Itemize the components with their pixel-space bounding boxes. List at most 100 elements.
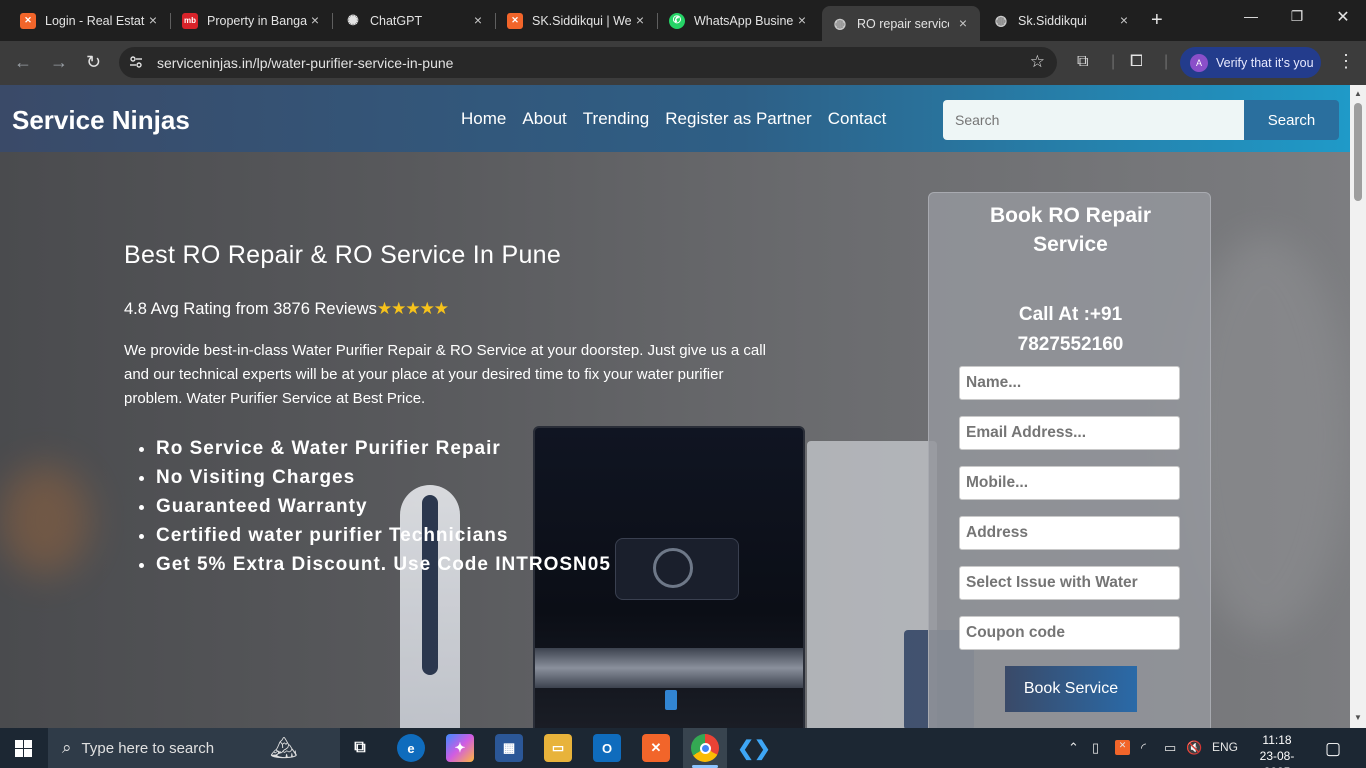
tab-title: SK.Siddikqui | We — [532, 13, 632, 28]
magicbricks-icon: mb — [182, 12, 198, 29]
tab-title: ChatGPT — [370, 13, 423, 28]
site-search-input[interactable] — [943, 100, 1244, 140]
scroll-down-icon[interactable]: ▼ — [1354, 713, 1362, 722]
extensions-icon[interactable]: ⧉ — [1077, 53, 1088, 71]
name-field[interactable] — [959, 366, 1180, 400]
book-service-button[interactable]: Book Service — [1005, 666, 1137, 712]
verify-label: Verify that it's you — [1216, 55, 1314, 70]
windows-start-icon[interactable] — [15, 740, 32, 757]
page-scrollbar[interactable]: ▲ ▼ — [1350, 85, 1366, 728]
list-item: Guaranteed Warranty — [156, 492, 611, 521]
search-highlight-icon: 🏔 — [270, 735, 299, 760]
whatsapp-icon: ✆ — [669, 12, 685, 29]
edge-icon[interactable]: e — [397, 734, 425, 762]
forward-icon[interactable]: → — [50, 53, 68, 71]
close-window-button[interactable]: ✕ — [1320, 7, 1366, 27]
list-item: No Visiting Charges — [156, 463, 611, 492]
browser-toolbar: ← → ↻ serviceninjas.in/lp/water-purifier… — [0, 41, 1366, 85]
xampp-tray-icon[interactable]: ✕ — [1115, 740, 1130, 755]
volume-muted-icon[interactable]: 🔇 — [1186, 740, 1202, 756]
scroll-up-icon[interactable]: ▲ — [1354, 89, 1362, 98]
tab-login-real-estate[interactable]: ✕ Login - Real Estat × — [20, 6, 160, 35]
globe-icon: ◍ — [994, 12, 1008, 28]
tab-title: Property in Banga — [207, 13, 307, 28]
xampp-icon: ✕ — [20, 12, 36, 29]
new-tab-button[interactable]: + — [1151, 10, 1163, 30]
store-icon[interactable]: ▦ — [495, 734, 523, 762]
file-explorer-icon[interactable]: ▭ — [544, 734, 572, 762]
reload-icon[interactable]: ↻ — [86, 53, 101, 71]
tab-sk-siddikqui-web[interactable]: ✕ SK.Siddikqui | We × — [507, 6, 647, 35]
xampp-icon: ✕ — [507, 12, 523, 29]
tab-property-in-bangalore[interactable]: mb Property in Banga × — [182, 6, 322, 35]
taskbar-search[interactable]: ⌕ Type here to search 🏔 — [48, 728, 340, 768]
address-field[interactable] — [959, 516, 1180, 550]
scrollbar-thumb[interactable] — [1354, 103, 1362, 201]
outlook-icon[interactable]: O — [593, 734, 621, 762]
tab-search-icon[interactable]: ⧠ — [1130, 53, 1143, 71]
address-bar[interactable]: serviceninjas.in/lp/water-purifier-servi… — [119, 47, 1057, 78]
nav-trending[interactable]: Trending — [583, 109, 649, 129]
site-search-button[interactable]: Search — [1244, 100, 1339, 140]
close-icon[interactable]: × — [471, 13, 485, 27]
tab-strip: ✕ Login - Real Estat × mb Property in Ba… — [0, 0, 1366, 41]
close-icon[interactable]: × — [146, 13, 160, 27]
system-clock[interactable]: 11:18 23-08-2025 — [1248, 732, 1306, 768]
back-icon[interactable]: ← — [14, 53, 32, 71]
nav-contact[interactable]: Contact — [828, 109, 887, 129]
toolbar-divider: | — [1164, 53, 1169, 70]
tab-sk-siddikqui[interactable]: ◍ Sk.Siddikqui × — [993, 6, 1131, 35]
url-text: serviceninjas.in/lp/water-purifier-servi… — [157, 55, 454, 71]
coupon-field[interactable] — [959, 616, 1180, 650]
xampp-icon[interactable]: ✕ — [642, 734, 670, 762]
taskbar-search-placeholder: Type here to search — [81, 739, 215, 757]
tab-divider — [657, 13, 658, 29]
chrome-icon[interactable] — [691, 734, 719, 762]
booking-phone[interactable]: Call At :+91 7827552160 — [929, 300, 1212, 360]
mobile-field[interactable] — [959, 466, 1180, 500]
show-hidden-icons[interactable]: ⌃ — [1068, 740, 1079, 756]
wifi-icon[interactable]: ◜ — [1141, 740, 1146, 756]
site-logo[interactable]: Service Ninjas — [12, 105, 190, 136]
more-options-icon[interactable]: ⋮ — [1337, 51, 1355, 72]
task-view-icon[interactable]: ⧉ — [346, 734, 374, 762]
close-icon[interactable]: × — [795, 13, 809, 27]
booking-title: Book RO Repair Service — [989, 204, 1152, 256]
rating-text: 4.8 Avg Rating from 3876 Reviews — [124, 299, 377, 318]
close-icon[interactable]: × — [308, 13, 322, 27]
email-field[interactable] — [959, 416, 1180, 450]
issue-select[interactable] — [959, 566, 1180, 600]
chatgpt-icon: ✺ — [347, 12, 359, 28]
page-title: Best RO Repair & RO Service In Pune — [124, 241, 562, 269]
vscode-icon[interactable]: ❮❯ — [737, 734, 771, 762]
tab-chatgpt[interactable]: ✺ ChatGPT × — [345, 6, 485, 35]
copilot-icon[interactable]: ✦ — [446, 734, 474, 762]
nav-home[interactable]: Home — [461, 109, 506, 129]
battery-icon[interactable]: ▭ — [1164, 740, 1176, 756]
clock-date: 23-08-2025 — [1259, 749, 1295, 768]
language-indicator[interactable]: ENG — [1212, 740, 1238, 754]
close-icon[interactable]: × — [956, 16, 970, 30]
close-icon[interactable]: × — [1117, 13, 1131, 27]
nav-about[interactable]: About — [522, 109, 566, 129]
search-icon: ⌕ — [62, 738, 72, 757]
site-settings-icon[interactable] — [129, 55, 143, 69]
tab-whatsapp-business[interactable]: ✆ WhatsApp Busine × — [669, 6, 809, 35]
tab-ro-repair-service[interactable]: ◍ RO repair service × — [822, 6, 980, 41]
close-icon[interactable]: × — [633, 13, 647, 27]
feature-list: Ro Service & Water Purifier Repair No Vi… — [156, 434, 611, 579]
verify-identity-button[interactable]: A Verify that it's you — [1180, 47, 1321, 78]
toolbar-divider: | — [1111, 53, 1116, 70]
taskbar: ⌕ Type here to search 🏔 ⧉ e ✦ ▦ ▭ O ✕ ❮❯… — [0, 728, 1366, 768]
device-icon[interactable]: ▯ — [1092, 740, 1099, 756]
nav-register-partner[interactable]: Register as Partner — [665, 109, 811, 129]
notifications-icon[interactable]: ▢ — [1325, 739, 1341, 759]
tab-title: WhatsApp Busine — [694, 13, 794, 28]
tab-divider — [495, 13, 496, 29]
tab-divider — [332, 13, 333, 29]
restore-button[interactable]: ❐ — [1274, 8, 1320, 25]
bookmark-star-icon[interactable]: ☆ — [1030, 52, 1045, 72]
avatar: A — [1190, 53, 1208, 72]
tab-divider — [170, 13, 171, 29]
minimize-button[interactable]: — — [1228, 8, 1274, 24]
